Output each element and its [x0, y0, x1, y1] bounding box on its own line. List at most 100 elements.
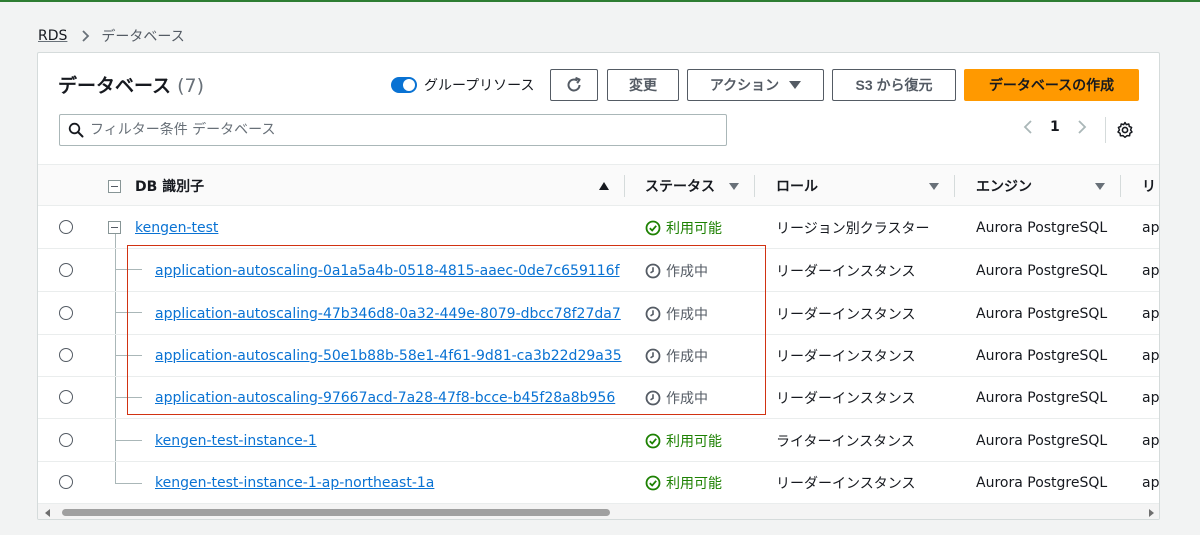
db-identifier-link[interactable]: kengen-test-instance-1 [155, 433, 317, 449]
divider [1105, 117, 1106, 143]
row-select-radio[interactable] [59, 390, 73, 404]
engine-cell: Aurora PostgreSQL [976, 389, 1108, 406]
refresh-icon [567, 76, 581, 92]
minus-square-icon [108, 179, 121, 193]
table-header: DB 識別子 ステータス ロール エンジン リ [38, 164, 1159, 207]
table-row[interactable]: kengen-test 利用可能 リージョン別クラスター Aurora Post… [38, 206, 1160, 249]
status-text: 利用可能 [666, 220, 722, 237]
db-identifier-link[interactable]: kengen-test [135, 220, 218, 236]
check-circle-icon [645, 433, 661, 448]
chevron-right-icon[interactable] [1076, 119, 1088, 135]
column-engine-label: エンジン [976, 179, 1032, 195]
region-cell: ap- [1142, 389, 1160, 406]
column-role-label: ロール [776, 179, 818, 195]
column-header-role[interactable]: ロール [776, 165, 818, 207]
column-header-engine[interactable]: エンジン [976, 165, 1032, 207]
refresh-button[interactable] [550, 69, 598, 101]
table-row[interactable]: kengen-test-instance-1 利用可能 ライターインスタンス A… [38, 419, 1160, 462]
filter-search[interactable] [59, 114, 727, 146]
sort-ascending-icon[interactable] [599, 165, 609, 207]
breadcrumb-current: データベース [101, 29, 185, 45]
toggle-knob [403, 79, 415, 91]
pagination: 1 [1022, 119, 1088, 135]
column-header-region[interactable]: リ [1142, 165, 1156, 207]
check-circle-icon [645, 220, 661, 235]
status-text: 利用可能 [666, 475, 722, 492]
actions-label: アクション [709, 77, 780, 93]
engine-cell: Aurora PostgreSQL [976, 347, 1108, 364]
caret-down-icon [789, 81, 802, 89]
column-identifier-label: DB 識別子 [135, 179, 205, 195]
role-cell: リーダーインスタンス [776, 306, 916, 323]
role-cell: リージョン別クラスター [776, 220, 930, 237]
region-cell: ap- [1142, 305, 1160, 322]
column-divider [1120, 175, 1121, 197]
breadcrumb: RDS データベース [38, 26, 185, 46]
group-resources-label: グループリソース [424, 78, 535, 94]
gear-icon[interactable] [1116, 121, 1134, 139]
restore-from-s3-button[interactable]: S3 から復元 [832, 69, 956, 101]
scroll-left-icon[interactable] [45, 509, 50, 517]
row-select-radio[interactable] [59, 348, 73, 362]
status-badge: 利用可能 [645, 206, 722, 249]
row-select-radio[interactable] [59, 220, 73, 234]
sort-down-icon[interactable] [1095, 165, 1105, 207]
region-cell: ap- [1142, 219, 1160, 236]
region-cell: ap- [1142, 432, 1160, 449]
status-text: 利用可能 [666, 433, 722, 450]
horizontal-scrollbar[interactable] [38, 503, 1159, 519]
search-icon [68, 122, 84, 138]
engine-cell: Aurora PostgreSQL [976, 262, 1108, 279]
chevron-left-icon[interactable] [1022, 119, 1034, 135]
page-title: データベース (7) [58, 71, 204, 98]
role-cell: リーダーインスタンス [776, 390, 916, 407]
engine-cell: Aurora PostgreSQL [976, 474, 1108, 491]
scroll-right-icon[interactable] [1149, 509, 1154, 517]
role-cell: リーダーインスタンス [776, 263, 916, 280]
collapse-all-toggle[interactable] [108, 165, 121, 207]
column-header-identifier[interactable]: DB 識別子 [135, 165, 204, 207]
modify-button[interactable]: 変更 [607, 69, 679, 101]
row-select-radio[interactable] [59, 433, 73, 447]
row-select-radio[interactable] [59, 306, 73, 320]
status-badge: 利用可能 [645, 461, 722, 504]
databases-panel: データベース (7) グループリソース 変更 アクション S3 から復元 データベ… [37, 52, 1160, 520]
column-divider [954, 175, 955, 197]
sort-down-icon[interactable] [729, 165, 739, 207]
column-divider [624, 175, 625, 197]
actions-button[interactable]: アクション [687, 69, 824, 101]
engine-cell: Aurora PostgreSQL [976, 432, 1108, 449]
panel-title-text: データベース [58, 75, 172, 97]
search-input[interactable] [90, 122, 690, 138]
sort-down-icon[interactable] [929, 165, 939, 207]
minus-square-icon [108, 221, 121, 234]
top-accent-line [0, 0, 1200, 2]
group-resources-toggle[interactable]: グループリソース [391, 75, 534, 95]
page-number[interactable]: 1 [1050, 119, 1060, 135]
role-cell: リーダーインスタンス [776, 475, 916, 492]
status-badge: 利用可能 [645, 419, 722, 462]
column-divider [754, 175, 755, 197]
database-count: (7) [177, 75, 204, 97]
collapse-toggle[interactable] [108, 206, 121, 249]
column-region-label: リ [1142, 179, 1156, 195]
toggle-switch[interactable] [391, 77, 417, 93]
engine-cell: Aurora PostgreSQL [976, 219, 1108, 236]
region-cell: ap- [1142, 474, 1160, 491]
column-status-label: ステータス [645, 179, 715, 195]
breadcrumb-link-rds[interactable]: RDS [38, 28, 67, 44]
engine-cell: Aurora PostgreSQL [976, 305, 1108, 322]
highlight-box [127, 245, 766, 415]
role-cell: リーダーインスタンス [776, 348, 916, 365]
chevron-right-icon [82, 30, 90, 42]
scrollbar-thumb[interactable] [62, 509, 610, 516]
db-identifier-link[interactable]: kengen-test-instance-1-ap-northeast-1a [155, 475, 434, 491]
region-cell: ap- [1142, 347, 1160, 364]
role-cell: ライターインスタンス [776, 433, 915, 450]
column-header-status[interactable]: ステータス [645, 165, 715, 207]
create-database-button[interactable]: データベースの作成 [964, 69, 1139, 101]
region-cell: ap- [1142, 262, 1160, 279]
row-select-radio[interactable] [59, 263, 73, 277]
table-row[interactable]: kengen-test-instance-1-ap-northeast-1a 利… [38, 461, 1160, 504]
row-select-radio[interactable] [59, 475, 73, 489]
